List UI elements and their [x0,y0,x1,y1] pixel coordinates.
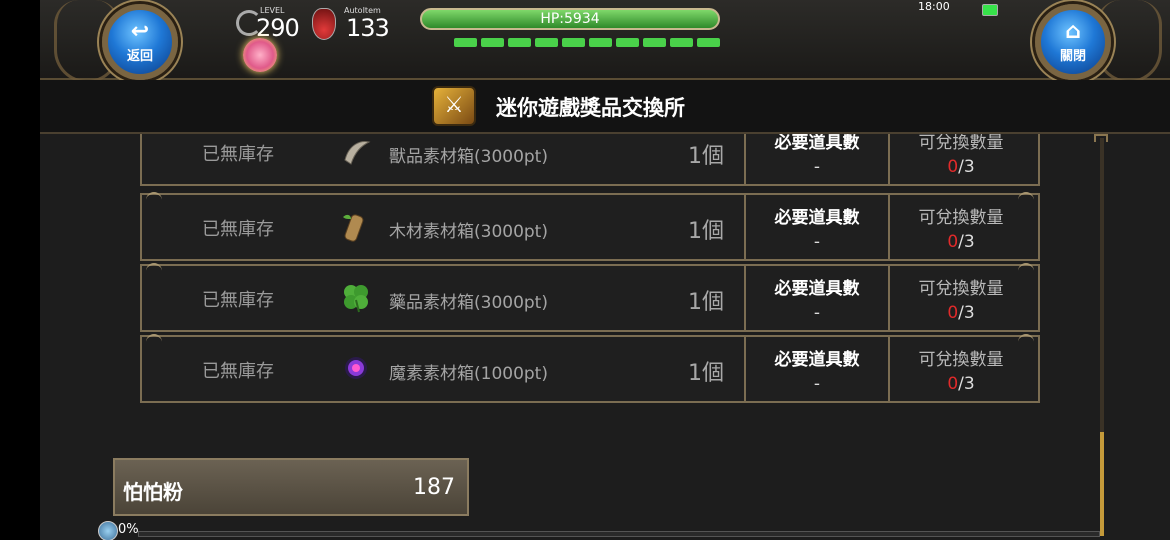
close-button[interactable]: ⌂ 關閉 [1035,4,1111,80]
clock-time: 18:00 [918,0,950,13]
stamina-segment [697,38,720,47]
exchanged-count: 0 [947,303,959,323]
prize-row[interactable]: 已無庫存 獸品素材箱(3000pt) 1個 必要道具數 - 可兌換數量 0/3 [140,134,1040,186]
exchange-limit-value: 0/3 [890,232,1032,252]
herb-leaf-icon [344,285,368,313]
required-items-value: - [813,374,821,394]
exchange-limit-label: 可兌換數量 [918,279,1004,299]
exchange-max: /3 [958,374,975,394]
exchange-max: /3 [958,157,975,177]
row-corner-ornament [146,192,162,206]
item-name: 木材素材箱(3000pt) [389,222,548,242]
item-name: 獸品素材箱(3000pt) [389,147,548,167]
stamina-segment [454,38,477,47]
stamina-segment [589,38,612,47]
potion-flask-icon [312,8,336,40]
item-quantity: 1個 [688,219,724,244]
required-items-label: 必要道具數 [774,350,860,370]
page-title: 迷你遊戲獎品交換所 [496,96,685,120]
required-items-cell: 必要道具數 - [744,134,888,184]
exchange-limit-label: 可兌換數量 [918,134,1004,153]
stamina-segments [454,38,720,47]
prize-list[interactable]: 已無庫存 獸品素材箱(3000pt) 1個 必要道具數 - 可兌換數量 0/3 … [40,134,1170,434]
required-items-label: 必要道具數 [774,279,860,299]
crate-sword-icon: ⚔ [432,86,476,126]
stamina-segment [535,38,558,47]
currency-amount: 187 [413,475,455,500]
item-quantity: 1個 [688,144,724,169]
required-items-label: 必要道具數 [774,208,860,228]
stock-status: 已無庫存 [202,361,274,382]
exp-percent: 0% [118,522,139,537]
required-items-value: - [813,303,821,323]
home-icon: ⌂ [1065,18,1081,44]
exchange-limit-cell: 可兌換數量 0/3 [888,134,1032,184]
autoitem-value: 133 [346,14,390,42]
stamina-segment [481,38,504,47]
exchange-limit-cell: 可兌換數量 0/3 [888,337,1032,401]
stamina-segment [616,38,639,47]
back-button[interactable]: ↩ 返回 [102,4,178,80]
exchange-limit-cell: 可兌換數量 0/3 [888,195,1032,259]
top-bar: ↩ 返回 LEVEL 290 AutoItem 133 HP:5934 18:0… [40,0,1170,83]
exchange-limit-value: 0/3 [890,157,1032,177]
required-items-value: - [813,157,821,177]
currency-name: 怕怕粉 [123,480,183,504]
exchange-limit-label: 可兌換數量 [918,350,1004,370]
exchanged-count: 0 [947,232,959,252]
scrollbar-thumb[interactable] [1100,432,1104,536]
row-corner-ornament [146,263,162,277]
prize-row[interactable]: 已無庫存 木材素材箱(3000pt) 1個 必要道具數 - 可兌換數量 0/3 [140,192,1040,261]
fang-icon [344,141,371,165]
exchange-limit-label: 可兌換數量 [918,208,1004,228]
required-items-cell: 必要道具數 - [744,195,888,259]
required-items-cell: 必要道具數 - [744,266,888,330]
prize-row[interactable]: 已無庫存 藥品素材箱(3000pt) 1個 必要道具數 - 可兌換數量 0/3 [140,263,1040,332]
required-items-label: 必要道具數 [774,134,860,153]
stamina-segment [643,38,666,47]
stock-status: 已無庫存 [202,290,274,311]
item-name: 藥品素材箱(3000pt) [389,293,548,313]
wood-log-icon [343,214,364,242]
item-name: 魔素素材箱(1000pt) [389,364,548,384]
stamina-segment [562,38,585,47]
currency-panel: 怕怕粉 187 [113,458,469,516]
required-items-cell: 必要道具數 - [744,337,888,401]
return-arrow-icon: ↩ [130,18,150,44]
stamina-segment [508,38,531,47]
item-quantity: 1個 [688,290,724,315]
stock-status: 已無庫存 [202,144,274,165]
exchange-limit-value: 0/3 [890,374,1032,394]
stock-status: 已無庫存 [202,219,274,240]
exchange-max: /3 [958,303,975,323]
title-bar: ⚔ 迷你遊戲獎品交換所 [40,80,1170,134]
game-screen: ↩ 返回 LEVEL 290 AutoItem 133 HP:5934 18:0… [40,0,1170,540]
exchanged-count: 0 [947,374,959,394]
item-quantity: 1個 [688,361,724,386]
exchange-limit-cell: 可兌換數量 0/3 [888,266,1032,330]
close-label: 關閉 [1059,48,1086,64]
back-label: 返回 [126,48,153,64]
hp-bar: HP:5934 [420,8,720,30]
exchange-max: /3 [958,232,975,252]
battery-icon [982,4,998,16]
exp-bar [138,531,1100,537]
row-corner-ornament [146,334,162,348]
magic-orb-icon [345,357,367,379]
exp-orb-icon [98,521,118,540]
gift-icon[interactable] [243,38,277,72]
stamina-segment [670,38,693,47]
exchanged-count: 0 [947,157,959,177]
exchange-limit-value: 0/3 [890,303,1032,323]
prize-row[interactable]: 已無庫存 魔素素材箱(1000pt) 1個 必要道具數 - 可兌換數量 0/3 [140,334,1040,403]
required-items-value: - [813,232,821,252]
